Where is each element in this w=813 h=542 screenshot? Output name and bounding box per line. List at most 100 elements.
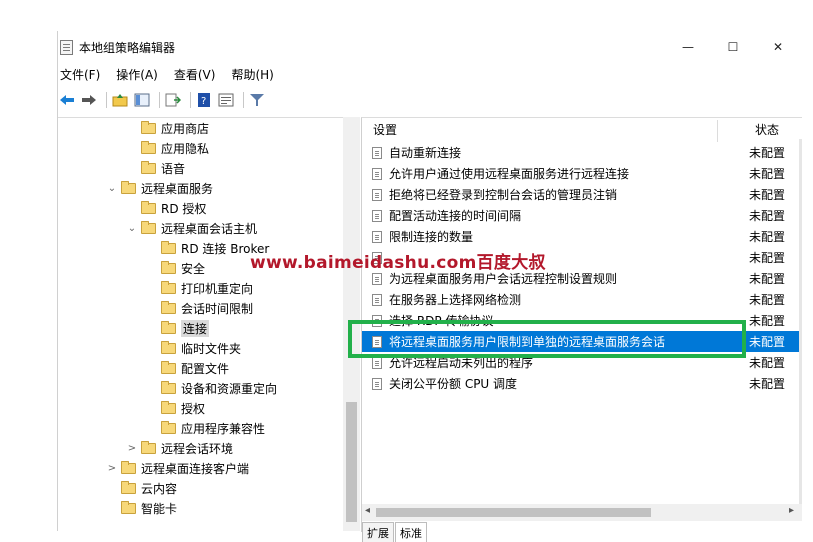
tab-extended[interactable]: 扩展	[362, 522, 394, 542]
toolbar-divider	[190, 92, 191, 108]
policy-name: 拒绝将已经登录到控制台会话的管理员注销	[389, 188, 618, 202]
tree-item[interactable]: 云内容	[107, 478, 177, 498]
policy-setting-icon	[372, 356, 382, 369]
tree-item[interactable]: > 远程会话环境	[127, 438, 233, 458]
policy-name: 在服务器上选择网络检测	[389, 293, 522, 307]
menu-bar: 文件(F) 操作(A) 查看(V) 帮助(H)	[58, 65, 288, 85]
menu-action[interactable]: 操作(A)	[114, 65, 166, 85]
tree-item-label: 打印机重定向	[181, 281, 254, 296]
tree-item[interactable]: 设备和资源重定向	[147, 378, 277, 398]
tree-item[interactable]: 授权	[147, 398, 205, 418]
tree-item-label: 会话时间限制	[181, 301, 254, 316]
policy-row[interactable]: 自动重新连接 未配置	[362, 142, 802, 163]
gpedit-app-icon	[60, 40, 73, 55]
maximize-button[interactable]: ☐	[710, 31, 756, 63]
folder-up-icon[interactable]	[111, 91, 129, 109]
tree-item[interactable]: 安全	[147, 258, 205, 278]
tree-item[interactable]: ⌄ 远程桌面服务	[107, 178, 213, 198]
policy-state: 未配置	[749, 314, 786, 328]
folder-icon	[161, 400, 176, 414]
tree-item[interactable]: 应用隐私	[127, 138, 209, 158]
annotation-highlight-box	[348, 320, 746, 358]
scroll-left-icon[interactable]: ◂	[365, 505, 370, 516]
policy-setting-icon	[372, 188, 382, 201]
policy-name: 配置活动连接的时间间隔	[389, 209, 522, 223]
menu-help[interactable]: 帮助(H)	[229, 65, 281, 85]
filter-icon[interactable]	[248, 91, 266, 109]
tree-item[interactable]: 语音	[127, 158, 185, 178]
folder-icon	[141, 120, 156, 134]
policy-state: 未配置	[749, 251, 786, 265]
view-tabs: 扩展 标准	[362, 522, 428, 542]
policy-state: 未配置	[749, 188, 786, 202]
policy-row[interactable]: 在服务器上选择网络检测 未配置	[362, 289, 802, 310]
chevron-right-icon[interactable]: >	[127, 443, 137, 454]
tree-item-label: 安全	[181, 261, 206, 276]
tree-item-label: RD 授权	[161, 201, 207, 216]
column-header-setting[interactable]: 设置	[373, 118, 397, 142]
tree-item[interactable]: ⌄ 远程桌面会话主机	[127, 218, 257, 238]
list-horizontal-scrollbar[interactable]: ◂ ▸	[362, 504, 802, 521]
help-icon[interactable]: ?	[195, 91, 213, 109]
folder-icon	[161, 340, 176, 354]
policy-state: 未配置	[749, 167, 786, 181]
policy-setting-icon	[372, 377, 382, 390]
folder-icon	[141, 220, 156, 234]
title-bar: 本地组策略编辑器 — ☐ ✕	[58, 31, 801, 63]
toolbar: ?	[58, 89, 801, 111]
menu-file[interactable]: 文件(F)	[58, 65, 108, 85]
tree-item[interactable]: 会话时间限制	[147, 298, 253, 318]
tree-item[interactable]: 应用商店	[127, 118, 209, 138]
folder-icon	[161, 320, 176, 334]
menu-view[interactable]: 查看(V)	[172, 65, 224, 85]
export-list-icon[interactable]	[164, 91, 182, 109]
folder-icon	[141, 140, 156, 154]
chevron-down-icon[interactable]: ⌄	[127, 223, 137, 234]
tree-item[interactable]: 打印机重定向	[147, 278, 253, 298]
tree-item[interactable]: 配置文件	[147, 358, 229, 378]
policy-state: 未配置	[749, 230, 786, 244]
scroll-right-icon[interactable]: ▸	[789, 505, 794, 516]
list-horizontal-thumb[interactable]	[376, 508, 651, 517]
tree-item[interactable]: RD 授权	[127, 198, 206, 218]
tree-item[interactable]: 连接	[147, 318, 210, 338]
folder-icon	[161, 360, 176, 374]
tree-item-label: 临时文件夹	[181, 341, 242, 356]
folder-icon	[161, 280, 176, 294]
back-arrow-icon[interactable]	[58, 91, 76, 109]
policy-row[interactable]: 关闭公平份额 CPU 调度 未配置	[362, 373, 802, 394]
tree-item[interactable]: 应用程序兼容性	[147, 418, 265, 438]
folder-icon	[121, 480, 136, 494]
tree-item-label: 设备和资源重定向	[181, 381, 278, 396]
tree-item-label: 应用商店	[161, 121, 210, 136]
tree-item[interactable]: > 远程桌面连接客户端	[107, 458, 249, 478]
chevron-down-icon[interactable]: ⌄	[107, 183, 117, 194]
tree-item[interactable]: 临时文件夹	[147, 338, 241, 358]
folder-icon	[141, 200, 156, 214]
folder-icon	[141, 160, 156, 174]
policy-name: 限制连接的数量	[389, 230, 474, 244]
close-button[interactable]: ✕	[755, 31, 801, 63]
tree-scrollbar-thumb[interactable]	[346, 402, 357, 522]
properties-icon[interactable]	[217, 91, 235, 109]
toolbar-divider	[159, 92, 160, 108]
policy-name: 关闭公平份额 CPU 调度	[389, 377, 518, 391]
tree-item-label: 远程桌面连接客户端	[141, 461, 250, 476]
column-divider[interactable]	[717, 120, 718, 142]
show-hide-tree-icon[interactable]	[133, 91, 151, 109]
policy-row[interactable]: 拒绝将已经登录到控制台会话的管理员注销 未配置	[362, 184, 802, 205]
minimize-button[interactable]: —	[665, 31, 711, 63]
tree-item[interactable]: 智能卡	[107, 498, 177, 518]
column-header-state[interactable]: 状态	[755, 118, 779, 142]
policy-row[interactable]: 允许用户通过使用远程桌面服务进行远程连接 未配置	[362, 163, 802, 184]
list-vertical-scrollbar[interactable]	[799, 139, 802, 504]
folder-icon	[121, 180, 136, 194]
policy-setting-icon	[372, 293, 382, 306]
tab-standard[interactable]: 标准	[395, 522, 427, 542]
forward-arrow-icon[interactable]	[80, 91, 98, 109]
chevron-right-icon[interactable]: >	[107, 463, 117, 474]
tree-item-label: 语音	[161, 161, 186, 176]
policy-row[interactable]: 配置活动连接的时间间隔 未配置	[362, 205, 802, 226]
policy-row[interactable]: 限制连接的数量 未配置	[362, 226, 802, 247]
tree-item-label: 远程桌面会话主机	[161, 221, 258, 236]
